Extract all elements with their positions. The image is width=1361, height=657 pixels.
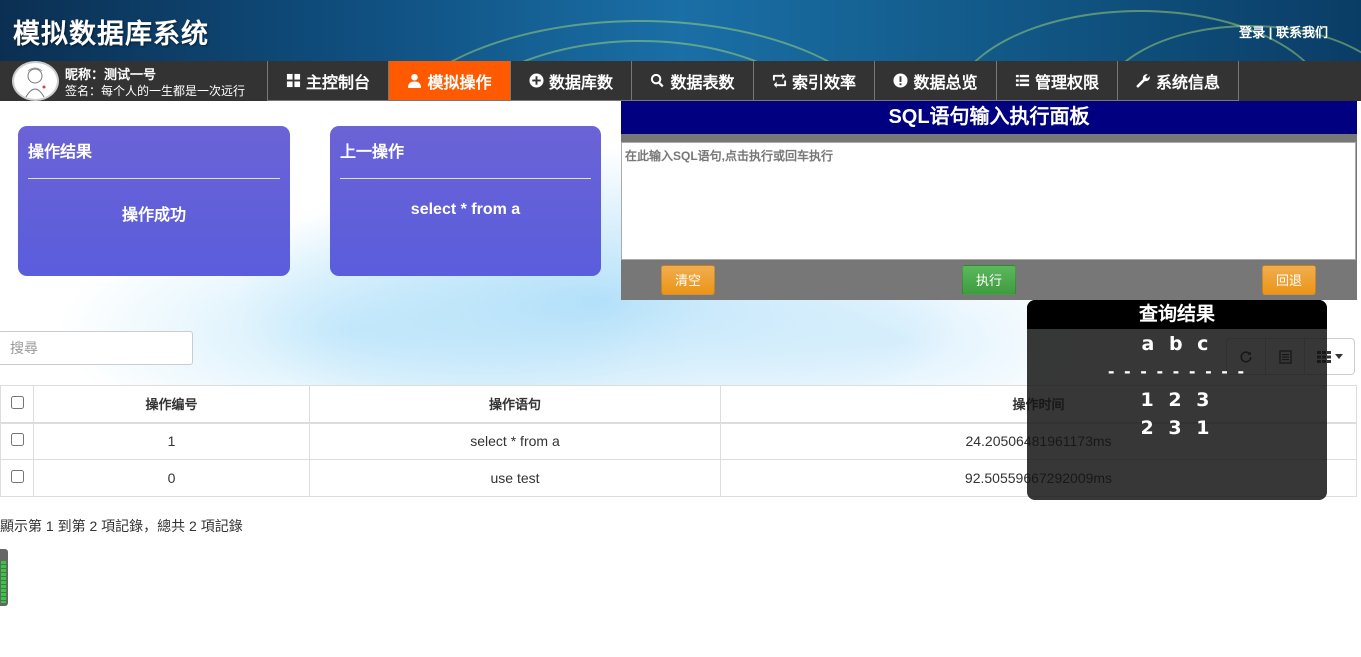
- list-icon: [1015, 74, 1030, 87]
- card-title: 操作结果: [28, 144, 93, 161]
- query-result-popup: 查询结果 a b c - - - - - - - - - 1 2 3 2 3 1: [1027, 300, 1327, 500]
- tab-label: 主控制台: [305, 74, 370, 92]
- tab-simulate-operation[interactable]: 模拟操作: [388, 61, 510, 101]
- column-header-statement[interactable]: 操作语句: [309, 385, 721, 424]
- cell-id: 0: [33, 459, 310, 497]
- cell-id: 1: [33, 422, 310, 460]
- row-checkbox[interactable]: [10, 433, 24, 447]
- sql-panel: SQL语句输入执行面板 清空 执行 回退: [621, 101, 1357, 300]
- app-title: 模拟数据库系统: [13, 19, 209, 50]
- tab-index-efficiency[interactable]: 索引效率: [753, 61, 874, 101]
- rollback-button[interactable]: 回退: [1262, 265, 1316, 295]
- cell-statement: select * from a: [309, 422, 721, 460]
- tab-system-info[interactable]: 系统信息: [1117, 61, 1239, 101]
- nav-bar: 昵称：测试一号 签名：每个人的一生都是一次远行 主控制台 模拟操作 数据库数 数…: [0, 61, 1361, 101]
- tab-label: 数据总览: [913, 74, 978, 92]
- tab-table-count[interactable]: 数据表数: [631, 61, 753, 101]
- side-meter-fill: [1, 561, 6, 603]
- tab-dashboard[interactable]: 主控制台: [267, 61, 388, 101]
- tab-admin-permissions[interactable]: 管理权限: [996, 61, 1117, 101]
- operation-result-card: 操作结果 操作成功: [18, 126, 290, 276]
- card-divider: [28, 178, 280, 179]
- side-meter[interactable]: [0, 549, 8, 606]
- contact-link[interactable]: 联系我们: [1276, 25, 1328, 40]
- tab-label: 系统信息: [1155, 74, 1220, 92]
- link-separator: |: [1265, 25, 1276, 40]
- select-all-checkbox[interactable]: [10, 395, 24, 409]
- query-result-title: 查询结果: [1027, 300, 1327, 329]
- last-operation-card: 上一操作 select * from a: [330, 126, 601, 276]
- caret-down-icon: [1334, 354, 1343, 359]
- dashboard-icon: [286, 73, 301, 88]
- user-signature: 签名：每个人的一生都是一次远行: [65, 84, 246, 98]
- retweet-icon: [772, 73, 787, 88]
- row-select-cell: [0, 422, 34, 460]
- row-select-cell: [0, 459, 34, 497]
- wrench-icon: [1136, 74, 1150, 88]
- column-header-id[interactable]: 操作编号: [33, 385, 310, 424]
- user-icon: [408, 73, 422, 88]
- tab-label: 管理权限: [1034, 74, 1099, 92]
- tab-label: 索引效率: [791, 74, 856, 92]
- select-all-cell: [0, 385, 34, 424]
- tab-label: 数据表数: [670, 74, 735, 92]
- login-link[interactable]: 登录: [1239, 25, 1265, 40]
- clear-button[interactable]: 清空: [661, 265, 715, 295]
- row-checkbox[interactable]: [10, 470, 24, 483]
- execute-button[interactable]: 执行: [962, 265, 1016, 295]
- header-links: 登录 | 联系我们: [1239, 22, 1328, 41]
- tab-label: 模拟操作: [427, 74, 492, 92]
- search-icon: [651, 73, 665, 88]
- tab-data-overview[interactable]: 数据总览: [874, 61, 996, 101]
- avatar-sketch-icon: [25, 67, 46, 98]
- sql-input[interactable]: [621, 142, 1356, 260]
- tab-label: 数据库数: [548, 74, 613, 92]
- tab-database-count[interactable]: 数据库数: [510, 61, 631, 101]
- search-input[interactable]: [0, 331, 193, 365]
- card-value: select * from a: [410, 201, 521, 218]
- pagination-info: 顯示第 1 到第 2 項記錄，總共 2 項記錄: [0, 518, 243, 534]
- sql-panel-title: SQL语句输入执行面板: [621, 101, 1357, 134]
- card-title: 上一操作: [340, 144, 405, 161]
- plus-circle-icon: [529, 73, 544, 88]
- nav-tabs: 主控制台 模拟操作 数据库数 数据表数 索引效率 数据总览 管理权限 系统信息: [267, 61, 1239, 101]
- card-divider: [340, 178, 591, 179]
- avatar[interactable]: [12, 61, 59, 101]
- result-header-line: a b c: [1141, 333, 1213, 355]
- user-nickname: 昵称：测试一号: [65, 67, 157, 82]
- result-data-line: 2 3 1: [1140, 417, 1214, 439]
- exclamation-circle-icon: [893, 73, 909, 88]
- card-value: 操作成功: [121, 207, 186, 224]
- cell-statement: use test: [309, 459, 721, 497]
- result-data-line: 1 2 3: [1140, 389, 1214, 411]
- result-divider: - - - - - - - - -: [1107, 362, 1247, 381]
- app-header: 模拟数据库系统 登录 | 联系我们: [0, 0, 1361, 61]
